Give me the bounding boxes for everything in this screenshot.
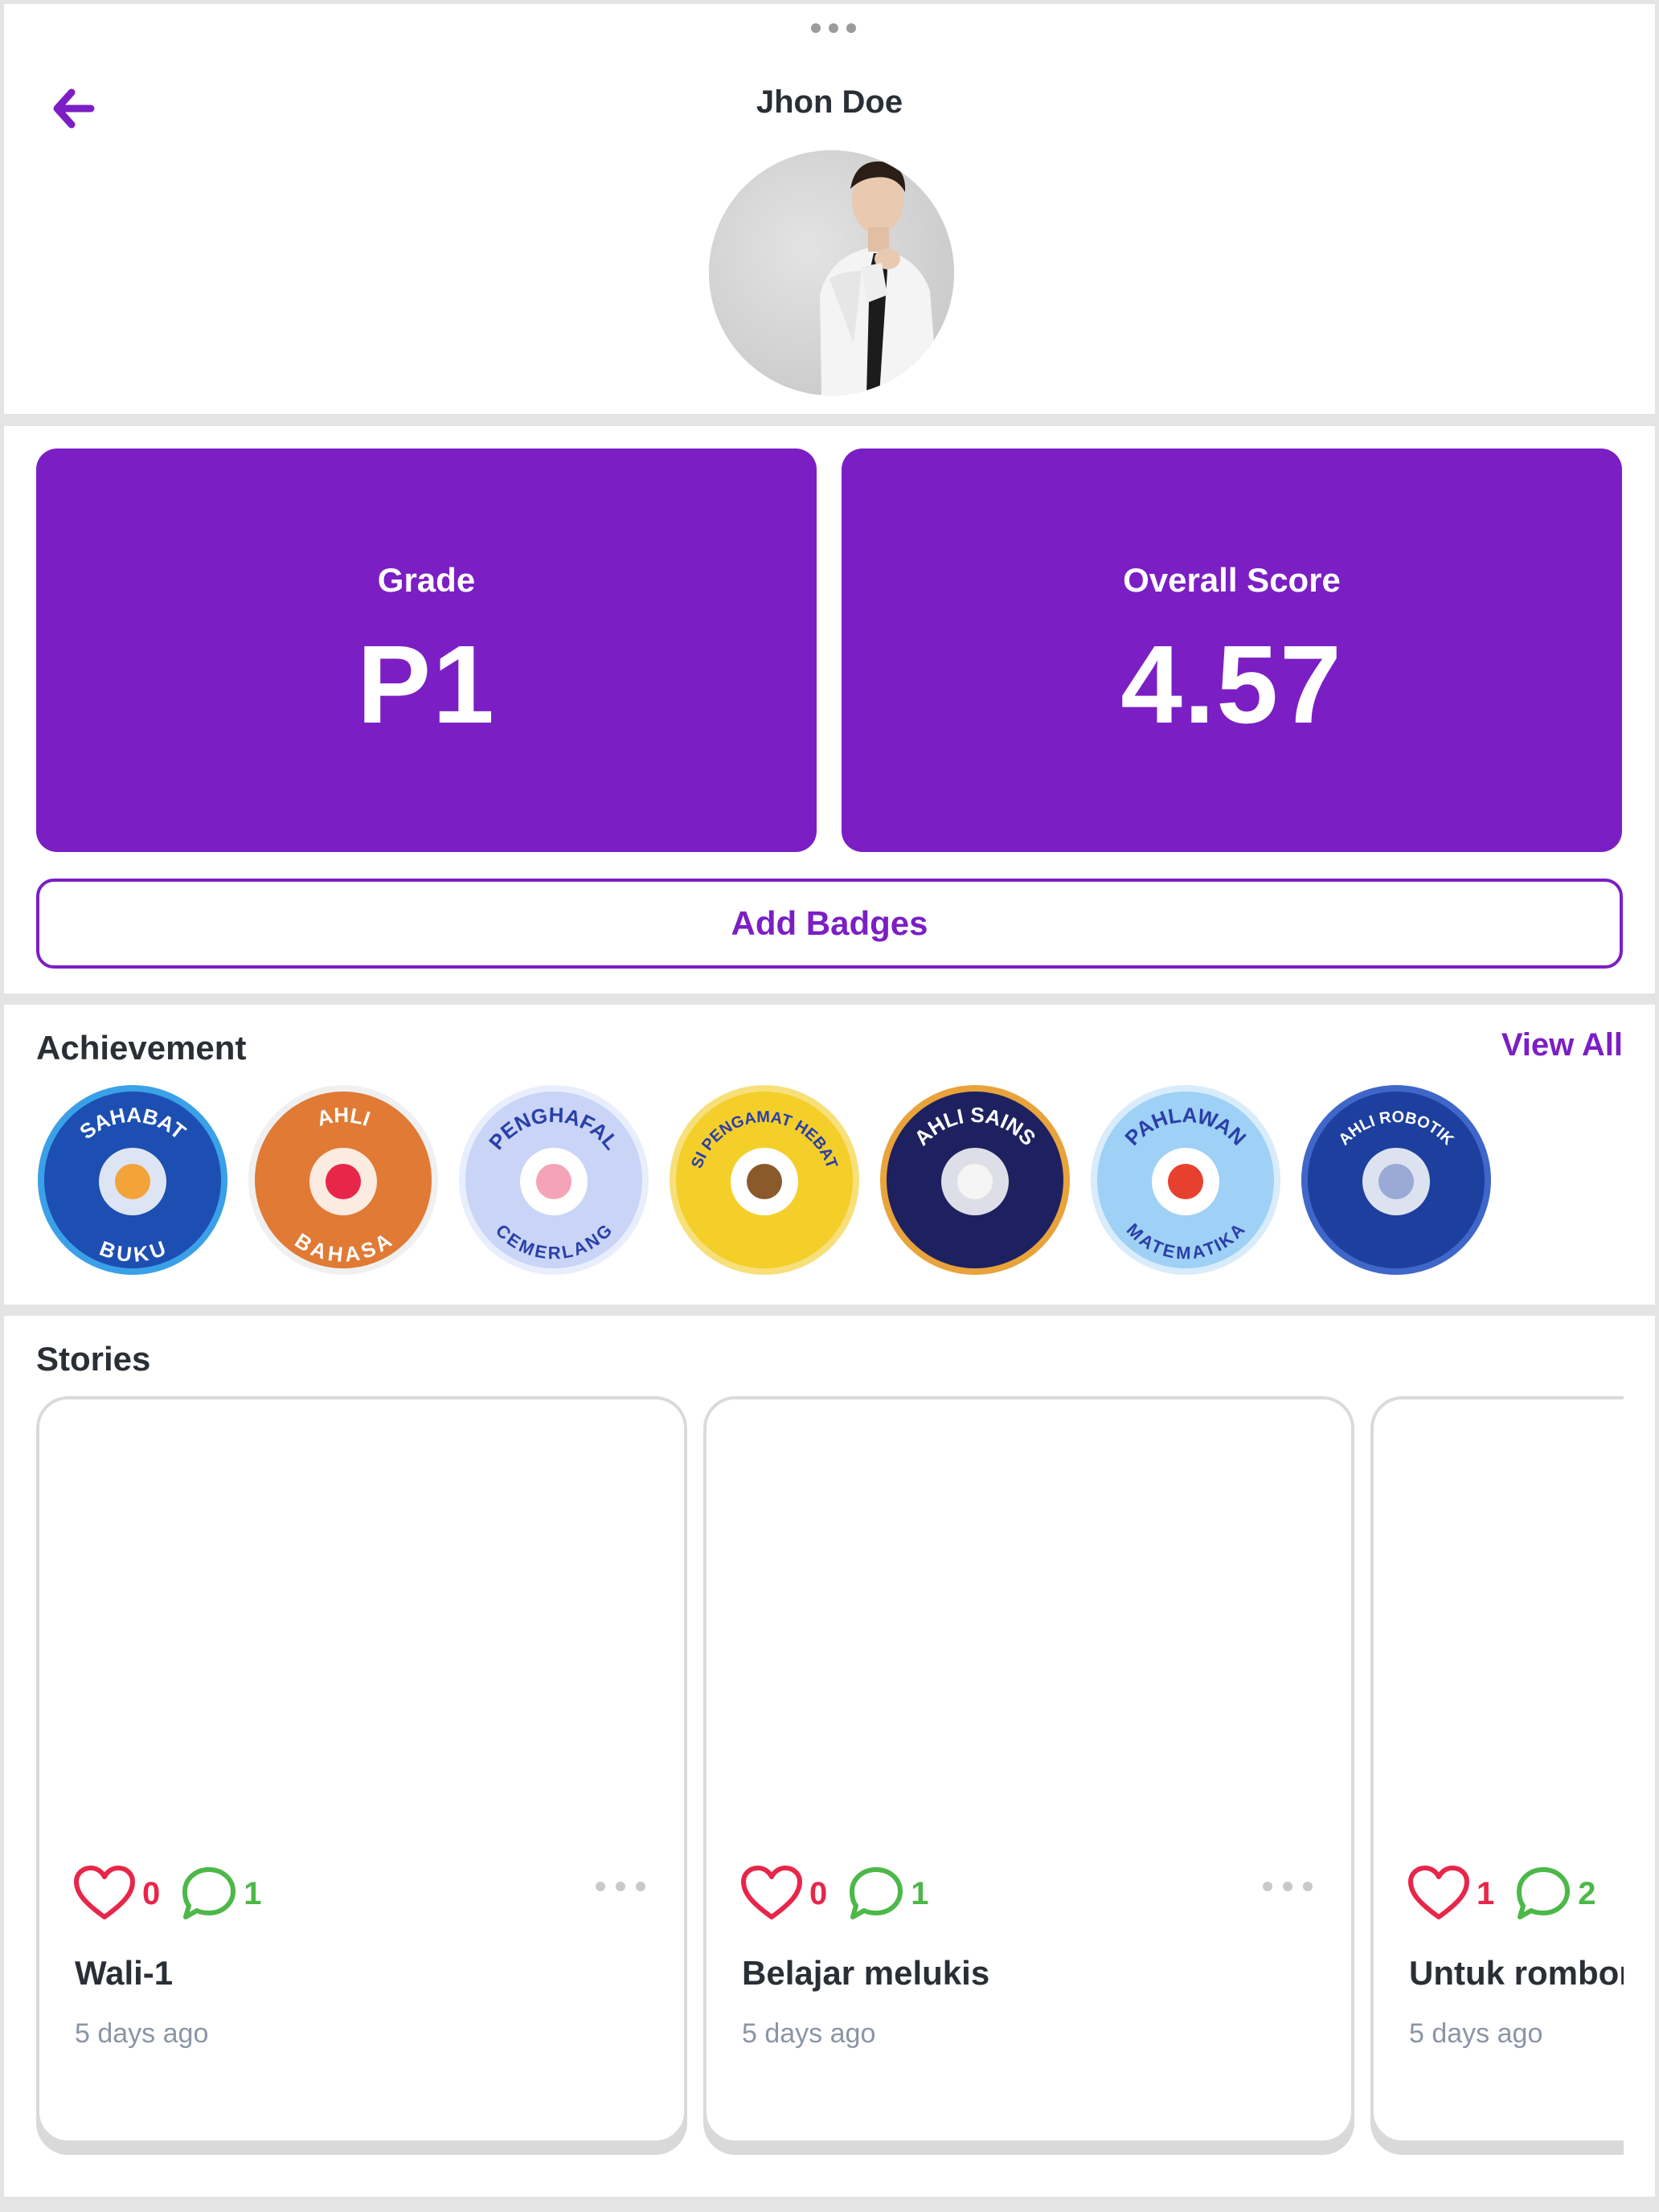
badge-illustration xyxy=(99,1148,166,1215)
story-card[interactable]: 0 1 Wali-1 5 days ago xyxy=(36,1396,687,2144)
achievement-badge[interactable]: PENGHAFALCEMERLANG xyxy=(457,1083,650,1276)
stories-carousel[interactable]: 0 1 Wali-1 5 days ago 0 1 Belajar meluki… xyxy=(36,1396,1624,2168)
profile-name: Jhon Doe xyxy=(756,84,903,120)
stories-title: Stories xyxy=(36,1340,151,1378)
badge-illustration xyxy=(520,1148,588,1215)
story-time: 5 days ago xyxy=(1409,2018,1543,2049)
likes-count: 0 xyxy=(809,1875,828,1911)
badge-illustration xyxy=(309,1148,377,1215)
profile-header: Jhon Doe xyxy=(4,4,1655,414)
grade-card: Grade P1 xyxy=(36,449,817,852)
story-title: Untuk rombongan xyxy=(1409,1954,1624,1992)
achievement-title: Achievement xyxy=(36,1029,247,1067)
story-time: 5 days ago xyxy=(75,2018,209,2049)
badge-illustration xyxy=(1152,1148,1219,1215)
overall-score-card: Overall Score 4.57 xyxy=(842,449,1622,852)
view-all-link[interactable]: View All xyxy=(1501,1027,1623,1063)
achievement-badge[interactable]: SI PENGAMAT HEBAT xyxy=(668,1083,861,1276)
more-options-icon[interactable] xyxy=(596,1882,645,1893)
comments-count: 1 xyxy=(244,1875,262,1911)
profile-screen: Jhon Doe Grade P1 Overall Score 4.57 Add… xyxy=(0,0,1659,2212)
stories-section: Stories 0 1 Wali-1 5 days ago 0 1 Belaja… xyxy=(4,1316,1655,2197)
likes-count: 0 xyxy=(142,1875,161,1911)
badge-illustration xyxy=(941,1148,1009,1215)
achievement-badge[interactable]: PAHLAWANMATEMATIKA xyxy=(1089,1083,1282,1276)
achievement-badge[interactable]: SAHABATBUKU xyxy=(36,1083,229,1276)
badge-top-text: AHLI xyxy=(314,1103,373,1131)
achievement-section: Achievement View All SAHABAT BUKU AHLI BAHA… xyxy=(4,1005,1655,1305)
story-title: Wali-1 xyxy=(75,1954,174,1992)
add-badges-button[interactable]: Add Badges xyxy=(36,879,1623,969)
story-title: Belajar melukis xyxy=(742,1954,990,1992)
more-options-icon[interactable] xyxy=(1263,1882,1313,1893)
comment-icon[interactable] xyxy=(848,1866,904,1922)
achievement-badge[interactable]: AHLI SAINS xyxy=(879,1083,1071,1276)
avatar[interactable] xyxy=(709,150,954,395)
likes-count: 1 xyxy=(1477,1875,1495,1911)
comment-icon[interactable] xyxy=(1515,1866,1571,1922)
achievement-badge[interactable]: AHLIBAHASA xyxy=(247,1083,440,1276)
comments-count: 2 xyxy=(1578,1875,1596,1911)
overall-score-value: 4.57 xyxy=(1120,623,1343,747)
heart-icon[interactable] xyxy=(73,1866,136,1922)
badges-list: SAHABAT BUKU AHLI BAHASA PENGHAFAL CEMERLANG S… xyxy=(36,1083,1493,1276)
drag-handle[interactable] xyxy=(811,22,856,35)
profile-photo xyxy=(709,150,954,395)
overall-score-label: Overall Score xyxy=(1123,561,1341,599)
achievement-badge[interactable]: AHLI ROBOTIK xyxy=(1300,1083,1493,1276)
heart-icon[interactable] xyxy=(1407,1866,1470,1922)
heart-icon[interactable] xyxy=(740,1866,803,1922)
story-card[interactable]: 0 1 Belajar melukis 5 days ago xyxy=(703,1396,1354,2144)
grade-label: Grade xyxy=(377,561,476,599)
badge-illustration xyxy=(731,1148,798,1215)
story-card[interactable]: 1 2 Untuk rombongan 5 days ago xyxy=(1370,1396,1624,2144)
story-time: 5 days ago xyxy=(742,2018,876,2049)
comments-count: 1 xyxy=(911,1875,929,1911)
comment-icon[interactable] xyxy=(181,1866,237,1922)
stats-section: Grade P1 Overall Score 4.57 Add Badges xyxy=(4,426,1655,993)
badge-illustration xyxy=(1362,1148,1430,1215)
grade-value: P1 xyxy=(357,623,496,747)
